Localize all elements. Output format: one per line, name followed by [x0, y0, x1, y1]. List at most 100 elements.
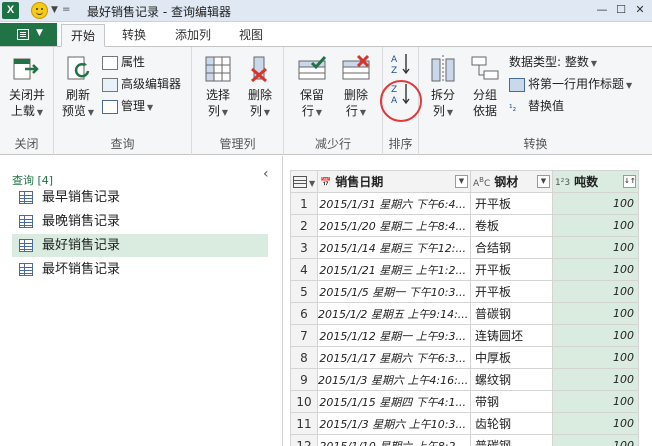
row-number-cell[interactable]: 9 [290, 368, 318, 391]
material-cell[interactable]: 开平板 [470, 280, 553, 303]
material-cell[interactable]: 卷板 [470, 214, 553, 237]
maximize-button[interactable]: ☐ [612, 3, 630, 17]
table-row[interactable]: 1 2015/1/31 星期六 下午6:4... 开平板 100 [290, 192, 639, 215]
table-row[interactable]: 7 2015/1/12 星期一 上午9:3... 连铸圆坯 100 [290, 324, 639, 347]
tons-cell[interactable]: 100 [552, 192, 639, 215]
sale-date-cell[interactable]: 2015/1/31 星期六 下午6:4... [317, 192, 471, 215]
sort-ascending-button[interactable]: A Z [389, 51, 413, 79]
use-first-row-as-headers-button[interactable]: 将第一行用作标题 ▼ [509, 75, 632, 93]
row-number-cell[interactable]: 11 [290, 412, 318, 435]
material-cell[interactable]: 中厚板 [470, 346, 553, 369]
material-cell[interactable]: 连铸圆坯 [470, 324, 553, 347]
material-cell[interactable]: 合结钢 [470, 236, 553, 259]
tons-cell[interactable]: 100 [552, 302, 639, 325]
minimize-button[interactable]: — [593, 3, 611, 17]
query-item-earliest[interactable]: 最早销售记录 [12, 186, 268, 209]
replace-values-button[interactable]: ¹₂ 替换值 [509, 97, 564, 115]
table-row[interactable]: 9 2015/1/3 星期六 上午4:16:... 螺纹钢 100 [290, 368, 639, 391]
sort-filter-dropdown-icon[interactable]: ↓↑ [623, 175, 636, 188]
sale-date-cell[interactable]: 2015/1/3 星期六 上午4:16:... [317, 368, 471, 391]
material-cell[interactable]: 开平板 [470, 192, 553, 215]
tons-cell[interactable]: 100 [552, 280, 639, 303]
close-window-button[interactable]: ✕ [631, 3, 649, 17]
group-by-button[interactable]: 分组 依据 [465, 53, 505, 119]
row-number-cell[interactable]: 2 [290, 214, 318, 237]
row-number-cell[interactable]: 8 [290, 346, 318, 369]
column-header-sale-date[interactable]: 📅 销售日期 ▼ [317, 170, 471, 193]
row-number-cell[interactable]: 10 [290, 390, 318, 413]
filter-dropdown-icon[interactable]: ▼ [455, 175, 468, 188]
manage-table-icon [102, 99, 118, 114]
tons-cell[interactable]: 100 [552, 434, 639, 446]
row-number-cell[interactable]: 12 [290, 434, 318, 446]
close-and-load-button[interactable]: 关闭并 上载 ▼ [4, 53, 50, 121]
row-number-cell[interactable]: 6 [290, 302, 318, 325]
tons-cell[interactable]: 100 [552, 412, 639, 435]
table-row[interactable]: 6 2015/1/2 星期五 上午9:14:... 普碳钢 100 [290, 302, 639, 325]
split-column-button[interactable]: 拆分 列 ▼ [423, 53, 463, 121]
table-row[interactable]: 3 2015/1/14 星期三 下午12:... 合结钢 100 [290, 236, 639, 259]
tons-cell[interactable]: 100 [552, 368, 639, 391]
material-cell[interactable]: 普碳钢 [470, 302, 553, 325]
tab-view[interactable]: 视图 [230, 24, 272, 47]
row-number-cell[interactable]: 5 [290, 280, 318, 303]
sale-date-cell[interactable]: 2015/1/21 星期三 上午1:2... [317, 258, 471, 281]
table-row[interactable]: 10 2015/1/15 星期四 下午4:1... 带钢 100 [290, 390, 639, 413]
refresh-preview-button[interactable]: 刷新 预览 ▼ [58, 53, 98, 121]
tab-add-column[interactable]: 添加列 [166, 24, 220, 47]
material-cell[interactable]: 普碳钢 [470, 434, 553, 446]
query-item-latest[interactable]: 最晚销售记录 [12, 210, 268, 233]
file-menu-button[interactable]: ▼ [0, 23, 57, 46]
choose-columns-button[interactable]: 选择 列 ▼ [198, 53, 238, 121]
keep-rows-button[interactable]: 保留 行 ▼ [292, 53, 332, 121]
table-row[interactable]: 11 2015/1/3 星期六 上午10:3... 齿轮钢 100 [290, 412, 639, 435]
excel-app-icon[interactable]: X [2, 2, 19, 19]
material-cell[interactable]: 开平板 [470, 258, 553, 281]
remove-columns-button[interactable]: 删除 列 ▼ [240, 53, 280, 121]
table-row[interactable]: 2 2015/1/20 星期二 上午8:4... 卷板 100 [290, 214, 639, 237]
tab-home[interactable]: 开始 [61, 24, 105, 47]
customize-toolbar-icon[interactable]: = [62, 4, 70, 15]
row-number-cell[interactable]: 1 [290, 192, 318, 215]
sale-date-cell[interactable]: 2015/1/20 星期二 上午8:4... [317, 214, 471, 237]
row-number-cell[interactable]: 7 [290, 324, 318, 347]
table-corner-menu[interactable]: ▼ [290, 170, 318, 193]
smiley-feedback-icon[interactable] [31, 2, 48, 19]
remove-rows-button[interactable]: 删除 行 ▼ [336, 53, 376, 121]
sale-date-cell[interactable]: 2015/1/10 星期六 上午8:2... [317, 434, 471, 446]
properties-button[interactable]: 属性 [102, 53, 145, 71]
table-row[interactable]: 12 2015/1/10 星期六 上午8:2... 普碳钢 100 [290, 434, 639, 446]
column-header-tons[interactable]: 1²3 吨数 ↓↑ [552, 170, 639, 193]
advanced-editor-button[interactable]: 高级编辑器 [102, 75, 181, 93]
collapse-pane-icon[interactable]: ‹ [263, 166, 269, 182]
tons-cell[interactable]: 100 [552, 236, 639, 259]
material-cell[interactable]: 螺纹钢 [470, 368, 553, 391]
manage-button[interactable]: 管理 ▼ [102, 97, 153, 115]
tab-transform[interactable]: 转换 [113, 24, 155, 47]
tons-cell[interactable]: 100 [552, 214, 639, 237]
material-cell[interactable]: 带钢 [470, 390, 553, 413]
query-item-worst[interactable]: 最坏销售记录 [12, 258, 268, 281]
smiley-dropdown-icon[interactable]: ▼ [51, 5, 58, 15]
row-number-cell[interactable]: 4 [290, 258, 318, 281]
column-header-material[interactable]: ABC 钢材 ▼ [470, 170, 553, 193]
sale-date-cell[interactable]: 2015/1/12 星期一 上午9:3... [317, 324, 471, 347]
tons-cell[interactable]: 100 [552, 346, 639, 369]
sale-date-cell[interactable]: 2015/1/17 星期六 下午6:3... [317, 346, 471, 369]
sale-date-cell[interactable]: 2015/1/5 星期一 下午10:3... [317, 280, 471, 303]
tons-cell[interactable]: 100 [552, 324, 639, 347]
sale-date-cell[interactable]: 2015/1/14 星期三 下午12:... [317, 236, 471, 259]
sale-date-cell[interactable]: 2015/1/15 星期四 下午4:1... [317, 390, 471, 413]
sale-date-cell[interactable]: 2015/1/2 星期五 上午9:14:... [317, 302, 471, 325]
filter-dropdown-icon[interactable]: ▼ [537, 175, 550, 188]
table-row[interactable]: 5 2015/1/5 星期一 下午10:3... 开平板 100 [290, 280, 639, 303]
table-row[interactable]: 8 2015/1/17 星期六 下午6:3... 中厚板 100 [290, 346, 639, 369]
tons-cell[interactable]: 100 [552, 258, 639, 281]
datatype-dropdown[interactable]: 数据类型: 整数 ▼ [509, 53, 597, 71]
tons-cell[interactable]: 100 [552, 390, 639, 413]
material-cell[interactable]: 齿轮钢 [470, 412, 553, 435]
sale-date-cell[interactable]: 2015/1/3 星期六 上午10:3... [317, 412, 471, 435]
row-number-cell[interactable]: 3 [290, 236, 318, 259]
table-row[interactable]: 4 2015/1/21 星期三 上午1:2... 开平板 100 [290, 258, 639, 281]
query-item-best[interactable]: 最好销售记录 [12, 234, 268, 257]
